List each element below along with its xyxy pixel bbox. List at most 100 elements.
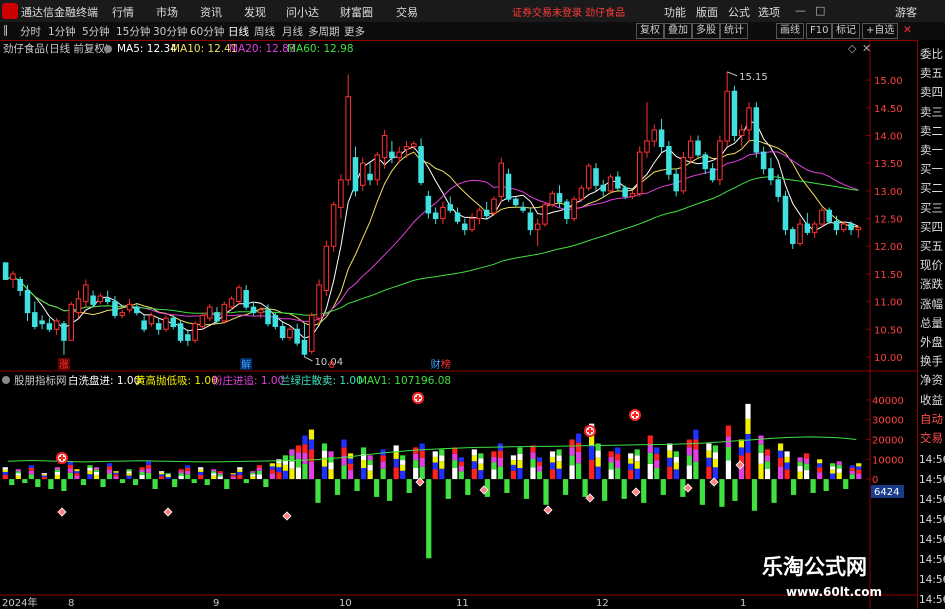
indicator-bar-negative bbox=[204, 479, 210, 486]
indicator-bar-segment bbox=[712, 445, 719, 453]
indicator-bar-segment bbox=[256, 474, 262, 480]
candle-up bbox=[724, 90, 730, 142]
settings-dot-icon[interactable] bbox=[104, 45, 112, 53]
ma10-line bbox=[5, 139, 859, 327]
indicator-bar-segment bbox=[113, 476, 119, 480]
legend-white-wash: 白洗盘进: 1.00 bbox=[68, 374, 140, 387]
minimize-icon[interactable]: — bbox=[795, 4, 806, 17]
menu-item-formula[interactable]: 公式 bbox=[728, 4, 750, 20]
candle-up bbox=[636, 151, 643, 195]
button-f10[interactable]: F10 bbox=[806, 23, 833, 39]
button-adjust[interactable]: 复权 bbox=[636, 23, 664, 39]
quote-label-18: 收益 bbox=[920, 392, 943, 407]
tab-period-daily[interactable]: 日线 bbox=[228, 24, 249, 39]
indicator-bar-negative bbox=[582, 479, 588, 497]
candle-up bbox=[338, 179, 344, 208]
indicator-bar-segment bbox=[458, 461, 464, 467]
maximize-icon[interactable]: □ bbox=[815, 4, 825, 17]
indicator-bar-negative bbox=[602, 479, 608, 501]
volume-tick-label: 20000 bbox=[872, 436, 904, 447]
menu-item-function[interactable]: 功能 bbox=[664, 4, 686, 20]
indicator-bar-segment bbox=[419, 466, 425, 480]
indicator-bar-segment bbox=[74, 475, 80, 480]
candle-down bbox=[520, 206, 526, 211]
tab-period-weekly[interactable]: 周线 bbox=[254, 24, 275, 39]
menu-item-news[interactable]: 资讯 bbox=[200, 4, 222, 20]
menu-item-wealth-circle[interactable]: 财富圈 bbox=[340, 4, 373, 20]
indicator-bar-segment bbox=[817, 472, 823, 480]
indicator-bar-segment bbox=[569, 455, 575, 466]
tab-period-monthly[interactable]: 月线 bbox=[282, 24, 303, 39]
indicator-bar-segment bbox=[87, 474, 93, 480]
indicator-bar-segment bbox=[2, 474, 8, 480]
indicator-bar-segment bbox=[126, 473, 132, 476]
tab-period-timeshare[interactable]: 分时 bbox=[20, 24, 41, 39]
close-icon[interactable]: ✕ bbox=[903, 24, 912, 36]
indicator-bar-segment bbox=[615, 447, 621, 454]
indicator-bar-segment bbox=[673, 469, 679, 480]
event-marker[interactable]: 涨 bbox=[59, 359, 69, 371]
indicator-bar-segment bbox=[556, 468, 562, 480]
tab-period-more[interactable]: 更多 bbox=[344, 24, 365, 39]
menu-item-options[interactable]: 选项 bbox=[758, 4, 780, 20]
indicator-bar-segment bbox=[87, 470, 93, 475]
tab-period-1min[interactable]: 1分钟 bbox=[48, 24, 76, 39]
event-marker[interactable]: 解 bbox=[241, 358, 251, 371]
tab-period-30min[interactable]: 30分钟 bbox=[153, 24, 187, 39]
diamond-signal-icon bbox=[163, 507, 173, 517]
button-multi-stock[interactable]: 多股 bbox=[692, 23, 720, 39]
event-marker[interactable]: 8 bbox=[329, 360, 335, 371]
menu-item-ask[interactable]: 问小达 bbox=[286, 4, 319, 20]
indicator-bar-segment bbox=[784, 456, 790, 463]
indicator-bar-segment bbox=[849, 474, 855, 480]
indicator-bar-segment bbox=[478, 463, 484, 471]
indicator-bar-segment bbox=[289, 468, 295, 480]
indicator-bar-segment bbox=[569, 447, 575, 456]
button-add-watchlist[interactable]: +自选 bbox=[862, 23, 899, 39]
indicator-bar-segment bbox=[211, 471, 217, 474]
indicator-bar-segment bbox=[393, 458, 399, 468]
candle-up bbox=[403, 146, 410, 150]
candle-down bbox=[214, 312, 220, 322]
ma10-label: MA10: 12.41 bbox=[171, 43, 238, 55]
button-draw-line[interactable]: 画线 bbox=[776, 23, 804, 39]
indicator-bar-segment bbox=[106, 473, 113, 480]
indicator-bar-segment bbox=[797, 457, 803, 462]
button-mark[interactable]: 标记 bbox=[832, 23, 860, 39]
indicator-bar-segment bbox=[295, 467, 302, 480]
indicator-bar-segment bbox=[471, 449, 477, 456]
indicator-bar-segment bbox=[725, 425, 732, 437]
panel-close-icon[interactable]: ✕ bbox=[862, 42, 871, 55]
diamond-signal-icon bbox=[415, 477, 425, 487]
menu-item-layout[interactable]: 版面 bbox=[696, 4, 718, 20]
menu-item-market-list[interactable]: 市场 bbox=[156, 4, 178, 20]
indicator-bar-segment bbox=[589, 459, 595, 480]
button-statistics[interactable]: 统计 bbox=[720, 23, 748, 39]
indicator-bar-negative bbox=[387, 479, 393, 501]
toolbar-toggle-icon[interactable]: ‖ bbox=[3, 24, 8, 36]
menu-item-discover[interactable]: 发现 bbox=[244, 4, 266, 20]
menu-item-trade[interactable]: 交易 bbox=[396, 4, 418, 20]
indicator-bar-segment bbox=[269, 463, 275, 467]
indicator-bar-segment bbox=[230, 474, 236, 476]
tab-period-multi[interactable]: 多周期 bbox=[308, 24, 340, 39]
indicator-bar-segment bbox=[608, 451, 614, 457]
user-guest[interactable]: 游客 bbox=[895, 4, 917, 20]
indicator-bar-segment bbox=[549, 451, 556, 457]
event-marker[interactable]: 财 bbox=[431, 358, 441, 371]
button-overlay[interactable]: 叠加 bbox=[664, 23, 692, 39]
indicator-bar-segment bbox=[282, 470, 289, 480]
tab-period-15min[interactable]: 15分钟 bbox=[116, 24, 150, 39]
event-marker[interactable]: 榜 bbox=[441, 358, 451, 371]
indicator-bar-segment bbox=[308, 461, 315, 480]
x-label-aug: 8 bbox=[68, 598, 74, 609]
indicator-bar-negative bbox=[224, 479, 230, 489]
indicator-bar-segment bbox=[797, 466, 803, 472]
collapse-icon[interactable]: ◇ bbox=[848, 42, 857, 55]
indicator-settings-dot-icon[interactable] bbox=[2, 376, 10, 384]
candle-down bbox=[39, 320, 45, 325]
indicator-bar-segment bbox=[608, 462, 614, 470]
menu-item-market[interactable]: 行情 bbox=[112, 4, 134, 20]
tab-period-5min[interactable]: 5分钟 bbox=[82, 24, 110, 39]
tab-period-60min[interactable]: 60分钟 bbox=[190, 24, 224, 39]
